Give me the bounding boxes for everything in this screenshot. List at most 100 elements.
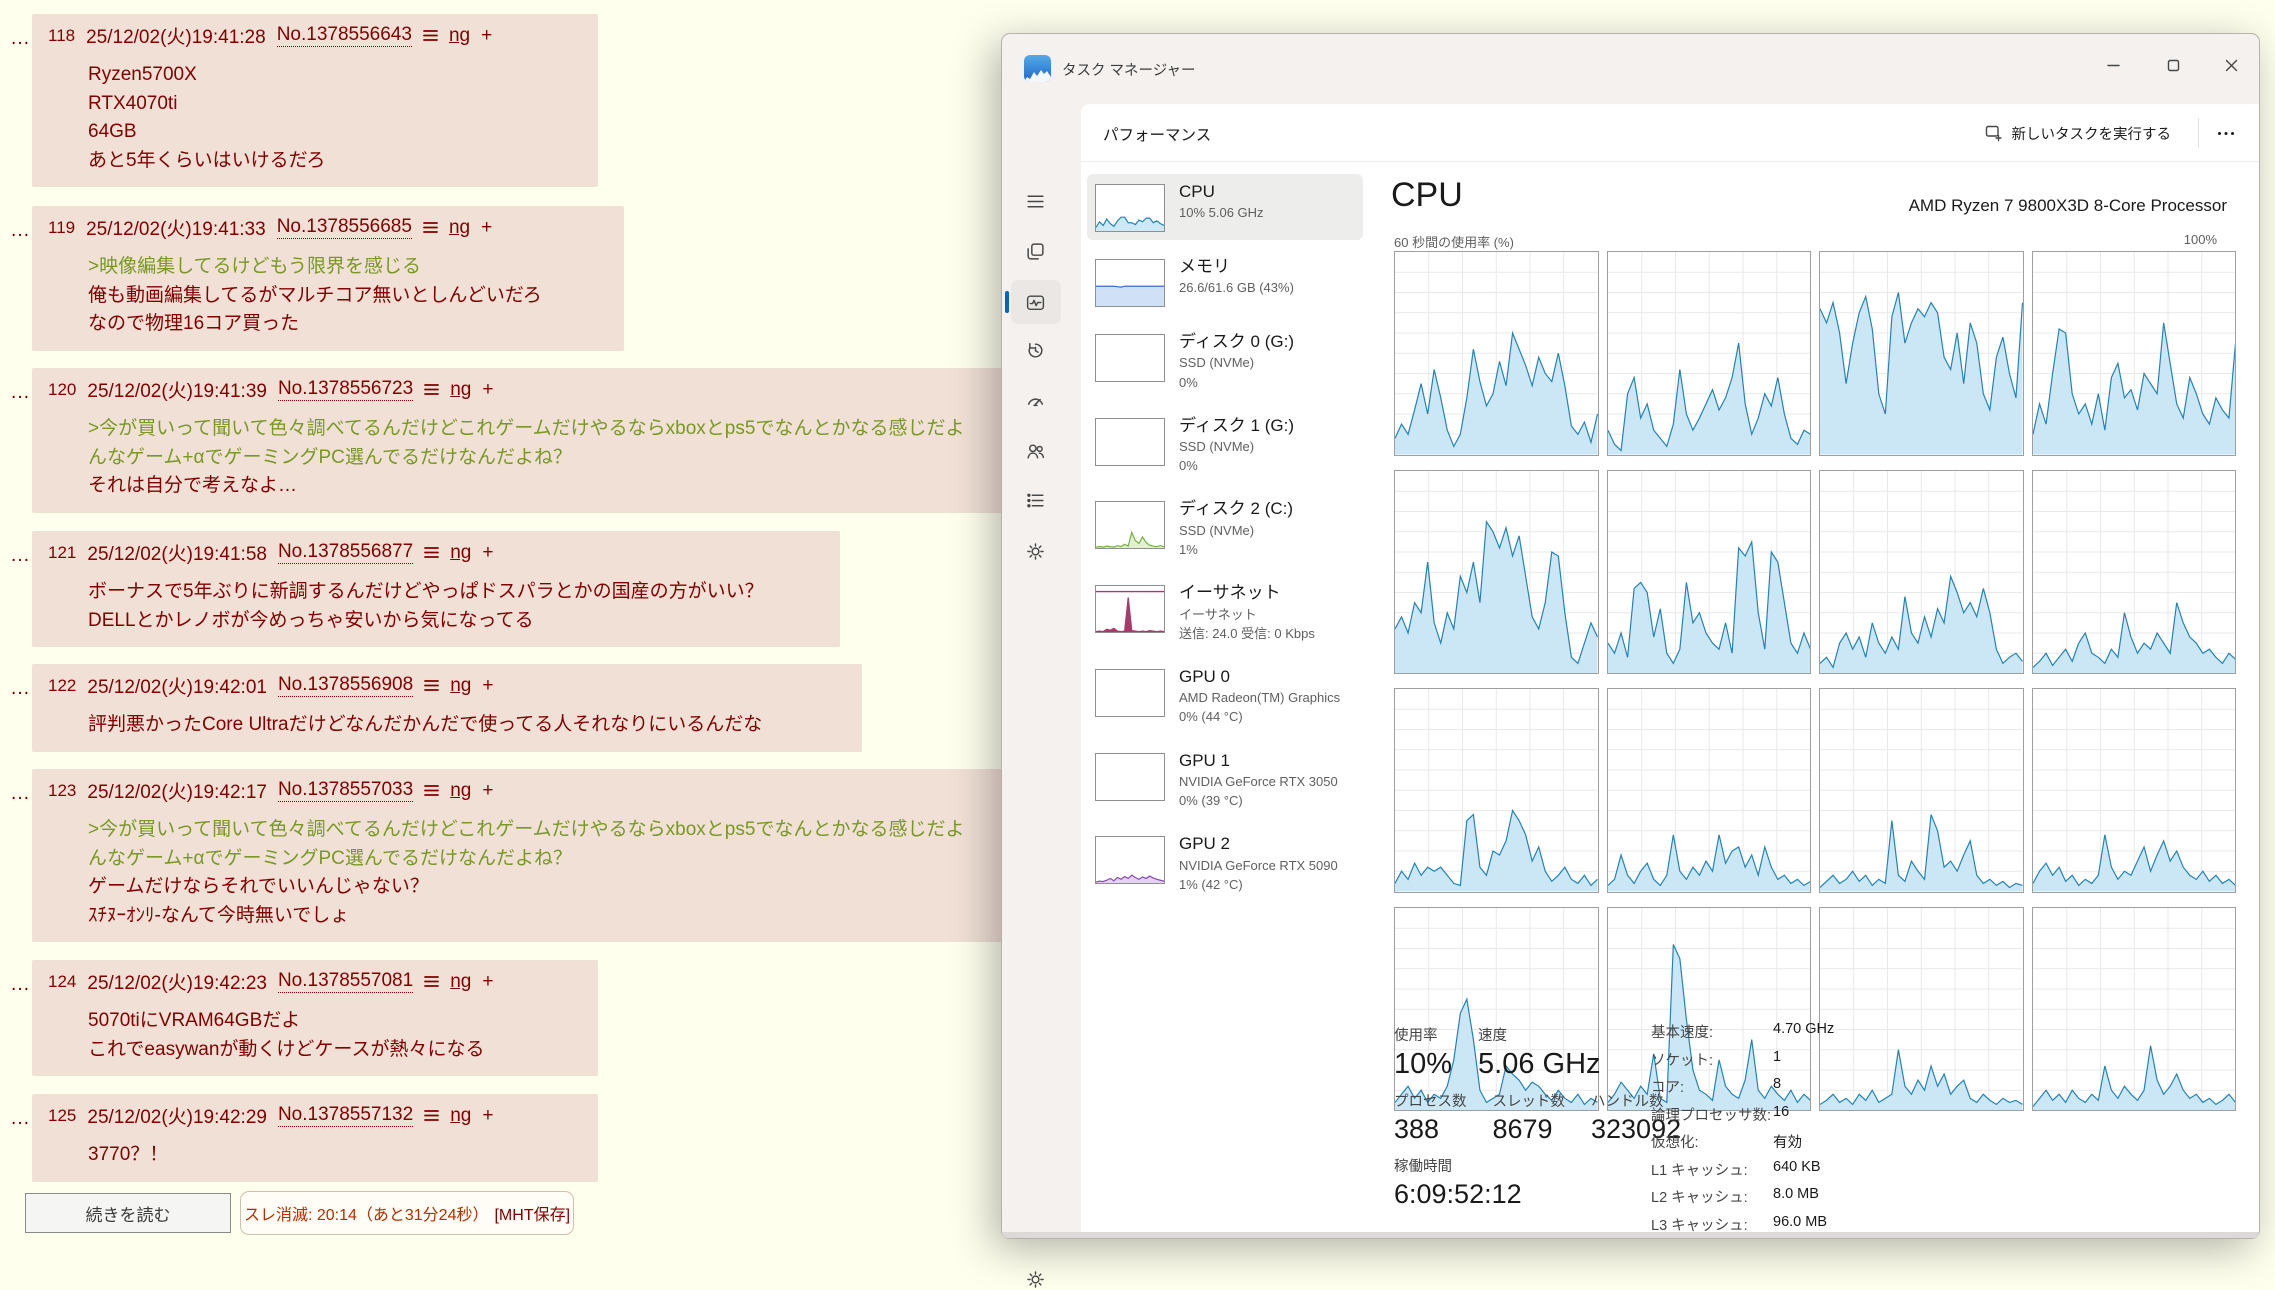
post-number-link[interactable]: No.1378556685 <box>277 216 412 239</box>
perf-thumbnail <box>1095 184 1165 232</box>
post-text-line: 3770？！ <box>88 1141 572 1170</box>
post-list-icon[interactable] <box>424 975 439 988</box>
post-number-link[interactable]: No.1378556877 <box>278 541 413 564</box>
board-post: … 120 25/12/02(火)19:41:39 No.1378556723 … <box>10 368 1010 513</box>
post-expand-link[interactable]: + <box>482 971 493 993</box>
perf-item--[interactable]: メモリ 26.6/61.6 GB (43%) <box>1087 249 1363 315</box>
post-list-icon[interactable] <box>423 221 438 234</box>
post-menu-dots[interactable]: … <box>10 531 32 565</box>
post-list-icon[interactable] <box>424 1109 439 1122</box>
post-body: >今が買いって聞いて色々調べてるんだけどこれゲームだけやるならxboxとps5で… <box>88 816 984 930</box>
performance-icon[interactable] <box>1024 291 1046 313</box>
users-icon[interactable] <box>1024 440 1046 462</box>
post-menu-dots[interactable]: … <box>10 14 32 48</box>
post-ng-link[interactable]: ng <box>450 971 471 993</box>
post-number-link[interactable]: No.1378556643 <box>277 24 412 47</box>
app-history-icon[interactable] <box>1024 339 1046 361</box>
post-menu-dots[interactable]: … <box>10 664 32 698</box>
processes-icon[interactable] <box>1024 240 1046 262</box>
post-text-line: これでeasywanが動くけどケースが熱々になる <box>88 1036 572 1065</box>
perf-item--1-g-[interactable]: ディスク 1 (G:) SSD (NVMe) 0% <box>1087 408 1363 483</box>
run-new-task-button[interactable]: 新しいタスクを実行する <box>1974 116 2182 150</box>
post-list-icon[interactable] <box>423 29 438 42</box>
post-list-icon[interactable] <box>424 679 439 692</box>
thread-expiry-box: スレ消滅: 20:14（あと31分24秒） [MHT保存] <box>240 1191 574 1235</box>
post-body: 5070tiにVRAM64GBだよこれでeasywanが動くけどケースが熱々にな… <box>88 1007 572 1064</box>
post-ng-link[interactable]: ng <box>450 675 471 697</box>
post-body: >映像編集してるけどもう限界を感じる俺も動画編集してるがマルチコア無いとしんどい… <box>88 253 598 339</box>
page-header: パフォーマンス 新しいタスクを実行する <box>1081 104 2259 162</box>
post-menu-dots[interactable]: … <box>10 206 32 240</box>
post-ng-link[interactable]: ng <box>450 542 471 564</box>
post-box: 118 25/12/02(火)19:41:28 No.1378556643 ng… <box>32 14 598 187</box>
settings-icon[interactable] <box>1024 1268 1046 1290</box>
post-number-link[interactable]: No.1378556908 <box>278 674 413 697</box>
details-icon[interactable] <box>1024 489 1046 511</box>
post-index: 124 <box>48 972 76 992</box>
perf-item-title: GPU 2 <box>1179 834 1338 854</box>
minimize-button[interactable] <box>2098 50 2128 80</box>
post-menu-dots[interactable]: … <box>10 368 32 402</box>
more-options-button[interactable] <box>2209 119 2243 147</box>
read-more-button[interactable]: 続きを読む <box>25 1193 231 1233</box>
post-menu-dots[interactable]: … <box>10 1094 32 1128</box>
perf-item-gpu-1[interactable]: GPU 1 NVIDIA GeForce RTX 3050 0% (39 °C) <box>1087 743 1363 818</box>
post-expand-link[interactable]: + <box>482 780 493 802</box>
perf-item-gpu-2[interactable]: GPU 2 NVIDIA GeForce RTX 5090 1% (42 °C) <box>1087 826 1363 901</box>
perf-item-sub2: 0% (39 °C) <box>1179 792 1338 809</box>
services-icon[interactable] <box>1024 540 1046 562</box>
post-index: 122 <box>48 676 76 696</box>
post-text-line: なので物理16コア買った <box>88 310 598 339</box>
post-number-link[interactable]: No.1378557081 <box>278 970 413 993</box>
post-list-icon[interactable] <box>424 383 439 396</box>
post-expand-link[interactable]: + <box>482 675 493 697</box>
perf-item-sub1: SSD (NVMe) <box>1179 522 1293 539</box>
post-expand-link[interactable]: + <box>481 217 492 239</box>
post-list-icon[interactable] <box>424 784 439 797</box>
post-number-link[interactable]: No.1378557132 <box>278 1104 413 1127</box>
perf-item-cpu[interactable]: CPU 10% 5.06 GHz <box>1087 174 1363 240</box>
post-ng-link[interactable]: ng <box>449 25 470 47</box>
post-expand-link[interactable]: + <box>482 1105 493 1127</box>
perf-item--0-g-[interactable]: ディスク 0 (G:) SSD (NVMe) 0% <box>1087 324 1363 399</box>
cpu-stats-row-3: 稼働時間6:09:52:12 <box>1394 1155 1522 1210</box>
post-number-link[interactable]: No.1378556723 <box>278 378 413 401</box>
post-list-icon[interactable] <box>424 546 439 559</box>
maximize-button[interactable] <box>2158 50 2188 80</box>
close-button[interactable] <box>2216 50 2246 80</box>
content-card: パフォーマンス 新しいタスクを実行する CPU 10% 5.06 GHz メモリ… <box>1081 104 2259 1232</box>
titlebar: タスク マネージャー <box>1002 34 2259 104</box>
post-ng-link[interactable]: ng <box>449 217 470 239</box>
post-text-line: ボーナスで5年ぶりに新調するんだけどやっぱドスパラとかの国産の方がいい？ <box>88 578 814 607</box>
post-text-line: 評判悪かったCore Ultraだけどなんだかんだで使ってる人それなりにいるんだ… <box>88 711 836 740</box>
post-body: >今が買いって聞いて色々調べてるんだけどこれゲームだけやるならxboxとps5で… <box>88 415 984 501</box>
post-expand-link[interactable]: + <box>481 25 492 47</box>
perf-item--2-c-[interactable]: ディスク 2 (C:) SSD (NVMe) 1% <box>1087 491 1363 566</box>
post-date: 25/12/02(火)19:41:39 <box>87 376 267 403</box>
window-title: タスク マネージャー <box>1062 59 1196 80</box>
post-ng-link[interactable]: ng <box>450 780 471 802</box>
post-box: 120 25/12/02(火)19:41:39 No.1378556723 ng… <box>32 368 1010 513</box>
post-text-line: RTX4070ti <box>88 90 572 119</box>
post-quote-line: >今が買いって聞いて色々調べてるんだけどこれゲームだけやるならxboxとps5で… <box>88 415 984 444</box>
perf-thumbnail <box>1095 836 1165 884</box>
sidebar <box>1002 104 1081 1238</box>
menu-icon[interactable] <box>1024 190 1046 212</box>
perf-item-sub1: SSD (NVMe) <box>1179 438 1294 455</box>
startup-apps-icon[interactable] <box>1024 389 1046 411</box>
mht-save-link[interactable]: [MHT保存] <box>494 1201 570 1225</box>
post-expand-link[interactable]: + <box>482 379 493 401</box>
detail-value: 640 KB <box>1773 1159 1834 1180</box>
perf-item-sub1: NVIDIA GeForce RTX 3050 <box>1179 773 1338 790</box>
perf-item--[interactable]: イーサネット イーサネット 送信: 24.0 受信: 0 Kbps <box>1087 575 1363 650</box>
detail-value: 4.70 GHz <box>1773 1021 1834 1042</box>
perf-item-gpu-0[interactable]: GPU 0 AMD Radeon(TM) Graphics 0% (44 °C) <box>1087 659 1363 734</box>
post-menu-dots[interactable]: … <box>10 769 32 803</box>
post-menu-dots[interactable]: … <box>10 960 32 994</box>
post-ng-link[interactable]: ng <box>450 379 471 401</box>
stat-スレッド数: スレッド数8679 <box>1493 1090 1566 1145</box>
cpu-core-chart-cpu-10 <box>1819 688 2024 893</box>
post-ng-link[interactable]: ng <box>450 1105 471 1127</box>
post-number-link[interactable]: No.1378557033 <box>278 779 413 802</box>
post-expand-link[interactable]: + <box>482 542 493 564</box>
